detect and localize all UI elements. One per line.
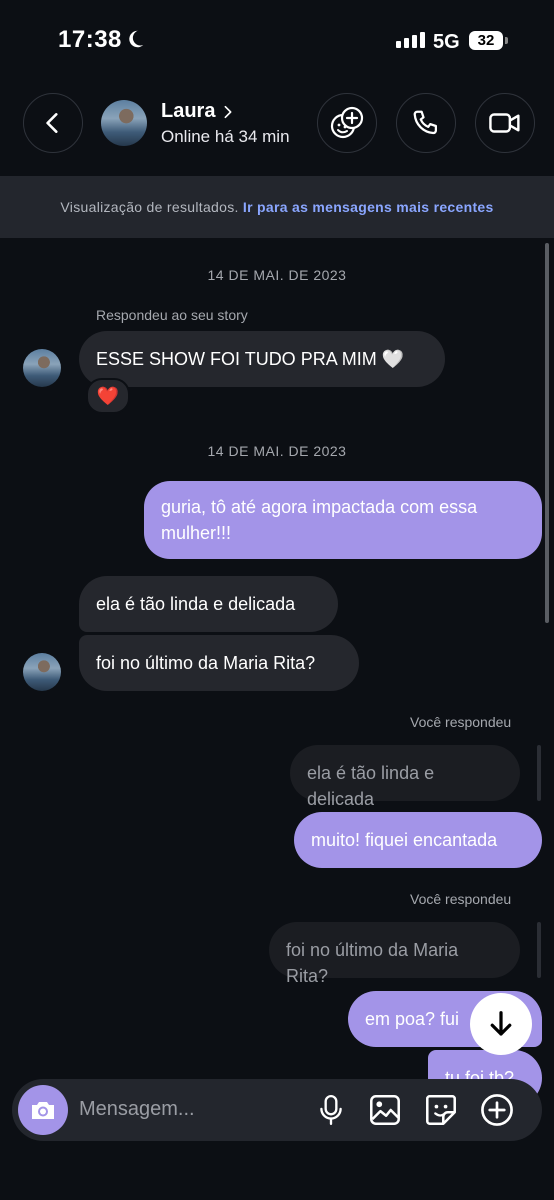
you-replied-label: Você respondeu (410, 891, 512, 907)
presence-status: Online há 34 min (161, 127, 290, 146)
message-bubble-outgoing[interactable]: guria, tô até agora impactada com essa m… (144, 481, 542, 559)
message-bubble-incoming[interactable]: foi no último da Maria Rita? (79, 635, 359, 691)
phone-icon (413, 110, 438, 135)
sticker-button[interactable] (423, 1092, 459, 1128)
signal-icon (396, 32, 425, 48)
video-call-button[interactable] (475, 93, 535, 153)
banner-text-row: Visualização de resultados. Ir para as m… (0, 199, 554, 215)
message-input[interactable]: Mensagem... (79, 1098, 195, 1121)
message-bubble-incoming[interactable]: ela é tão linda e delicada (79, 576, 338, 632)
chevron-right-icon (224, 105, 232, 119)
contact-name[interactable]: Laura (161, 100, 215, 123)
image-icon (370, 1095, 400, 1125)
banner-label: Visualização de resultados. (60, 199, 239, 215)
plus-circle-icon (481, 1094, 513, 1126)
camera-icon (32, 1102, 54, 1119)
story-reply-label: Respondeu ao seu story (96, 307, 248, 323)
face-plus-icon (330, 106, 364, 139)
effects-button[interactable] (317, 93, 377, 153)
chevron-left-icon (46, 113, 58, 133)
sticker-icon (426, 1095, 456, 1125)
video-camera-icon (489, 113, 520, 133)
quoted-message[interactable]: ela é tão linda e delicada (290, 745, 520, 809)
message-bubble-incoming[interactable]: ESSE SHOW FOI TUDO PRA MIM 🤍 (79, 331, 445, 387)
quote-bar (537, 922, 541, 978)
date-separator: 14 DE MAI. DE 2023 (207, 443, 347, 459)
network-type: 5G (433, 31, 460, 53)
scroll-to-bottom-button[interactable] (470, 993, 532, 1055)
sender-avatar[interactable] (23, 653, 61, 691)
jump-to-recent-link[interactable]: Ir para as mensagens mais recentes (243, 199, 494, 215)
reaction-heart[interactable]: ❤️ (86, 378, 130, 414)
sender-avatar[interactable] (23, 349, 61, 387)
microphone-icon (320, 1094, 342, 1126)
avatar[interactable] (101, 100, 147, 146)
gallery-button[interactable] (367, 1092, 403, 1128)
message-bubble-outgoing[interactable]: muito! fiquei encantada (294, 812, 542, 868)
scrollbar[interactable] (545, 243, 549, 623)
voice-message-button[interactable] (313, 1092, 349, 1128)
camera-button[interactable] (18, 1085, 68, 1135)
date-separator: 14 DE MAI. DE 2023 (207, 267, 347, 283)
status-time: 17:38 (58, 26, 122, 53)
arrow-down-icon (490, 1011, 512, 1036)
call-button[interactable] (396, 93, 456, 153)
more-options-button[interactable] (479, 1092, 515, 1128)
back-button[interactable] (23, 93, 83, 153)
battery-icon: 32 (469, 31, 503, 50)
you-replied-label: Você respondeu (410, 714, 512, 730)
quoted-message[interactable]: foi no último da Maria Rita? (269, 922, 520, 986)
moon-icon (129, 30, 144, 48)
quote-bar (537, 745, 541, 801)
battery-cap (505, 37, 508, 44)
